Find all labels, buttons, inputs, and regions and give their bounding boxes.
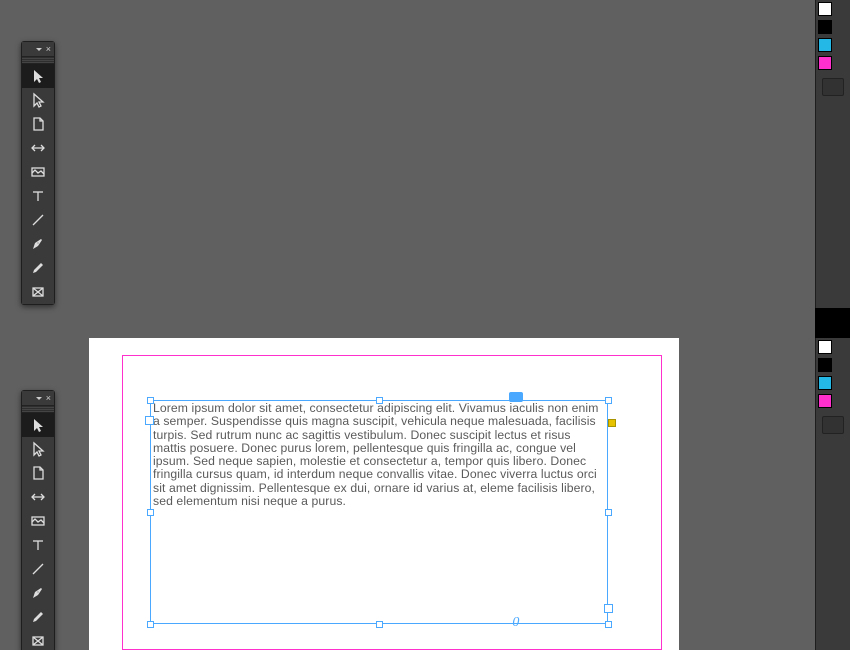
- panel-grip[interactable]: [22, 406, 54, 413]
- resize-handle[interactable]: [147, 509, 154, 516]
- pencil-tool[interactable]: [22, 256, 54, 280]
- direct-selection-tool[interactable]: [22, 88, 54, 112]
- frame-text: Lorem ipsum dolor sit amet, consectetur …: [153, 401, 598, 508]
- swatch-row[interactable]: [816, 374, 850, 392]
- panel-menu-icon[interactable]: [36, 48, 42, 51]
- line-tool[interactable]: [22, 208, 54, 232]
- right-panel-strip[interactable]: [815, 338, 850, 650]
- direct-selection-tool[interactable]: [22, 437, 54, 461]
- type-tool[interactable]: [22, 533, 54, 557]
- canvas[interactable]: Lorem ipsum dolor sit amet, consectetur …: [0, 0, 815, 650]
- selection-tool[interactable]: [22, 413, 54, 437]
- panel-menu-icon[interactable]: [36, 397, 42, 400]
- close-icon[interactable]: ×: [46, 45, 51, 54]
- after-view: Lorem ipsum dolor sit amet, consectetur …: [0, 338, 850, 650]
- resize-handle[interactable]: [147, 397, 154, 404]
- swatch-row[interactable]: [816, 392, 850, 410]
- resize-handle[interactable]: [605, 509, 612, 516]
- right-panel-strip[interactable]: [815, 0, 850, 308]
- content-collector-tool[interactable]: [22, 509, 54, 533]
- swatch-row[interactable]: [816, 36, 850, 54]
- text-frame[interactable]: Lorem ipsum dolor sit amet, consectetur …: [150, 400, 608, 624]
- thread-origin-zero: 0: [512, 615, 519, 631]
- swatch-row[interactable]: [816, 0, 850, 18]
- top-mid-handle-selected[interactable]: [509, 392, 523, 402]
- tools-panel[interactable]: ×: [21, 41, 55, 305]
- pencil-tool[interactable]: [22, 605, 54, 629]
- swatch-row[interactable]: [816, 18, 850, 36]
- reference-point-indicator[interactable]: [608, 419, 616, 427]
- color-swatch[interactable]: [818, 2, 832, 16]
- panel-grip[interactable]: [22, 57, 54, 64]
- tools-panel[interactable]: ×: [21, 390, 55, 650]
- swatch-row[interactable]: [816, 338, 850, 356]
- resize-handle[interactable]: [376, 621, 383, 628]
- gap-tool[interactable]: [22, 136, 54, 160]
- line-tool[interactable]: [22, 557, 54, 581]
- color-swatch[interactable]: [818, 38, 832, 52]
- rectangle-frame-tool[interactable]: [22, 629, 54, 650]
- color-swatch[interactable]: [818, 376, 832, 390]
- color-swatch[interactable]: [818, 56, 832, 70]
- pen-tool[interactable]: [22, 232, 54, 256]
- resize-handle[interactable]: [605, 397, 612, 404]
- color-swatch[interactable]: [818, 340, 832, 354]
- resize-handle[interactable]: [147, 621, 154, 628]
- gap-tool[interactable]: [22, 485, 54, 509]
- pen-tool[interactable]: [22, 581, 54, 605]
- panel-button[interactable]: [822, 416, 844, 434]
- close-icon[interactable]: ×: [46, 394, 51, 403]
- resize-handle[interactable]: [376, 397, 383, 404]
- out-port[interactable]: [604, 604, 613, 613]
- type-tool[interactable]: [22, 184, 54, 208]
- color-swatch[interactable]: [818, 358, 832, 372]
- in-port[interactable]: [145, 416, 154, 425]
- panel-button[interactable]: [822, 78, 844, 96]
- rectangle-frame-tool[interactable]: [22, 280, 54, 304]
- content-collector-tool[interactable]: [22, 160, 54, 184]
- swatch-row[interactable]: [816, 356, 850, 374]
- panel-header[interactable]: ×: [22, 42, 54, 57]
- page-tool[interactable]: [22, 112, 54, 136]
- swatch-row[interactable]: [816, 54, 850, 72]
- selection-tool[interactable]: [22, 64, 54, 88]
- color-swatch[interactable]: [818, 20, 832, 34]
- resize-handle[interactable]: [605, 621, 612, 628]
- panel-header[interactable]: ×: [22, 391, 54, 406]
- page-tool[interactable]: [22, 461, 54, 485]
- color-swatch[interactable]: [818, 394, 832, 408]
